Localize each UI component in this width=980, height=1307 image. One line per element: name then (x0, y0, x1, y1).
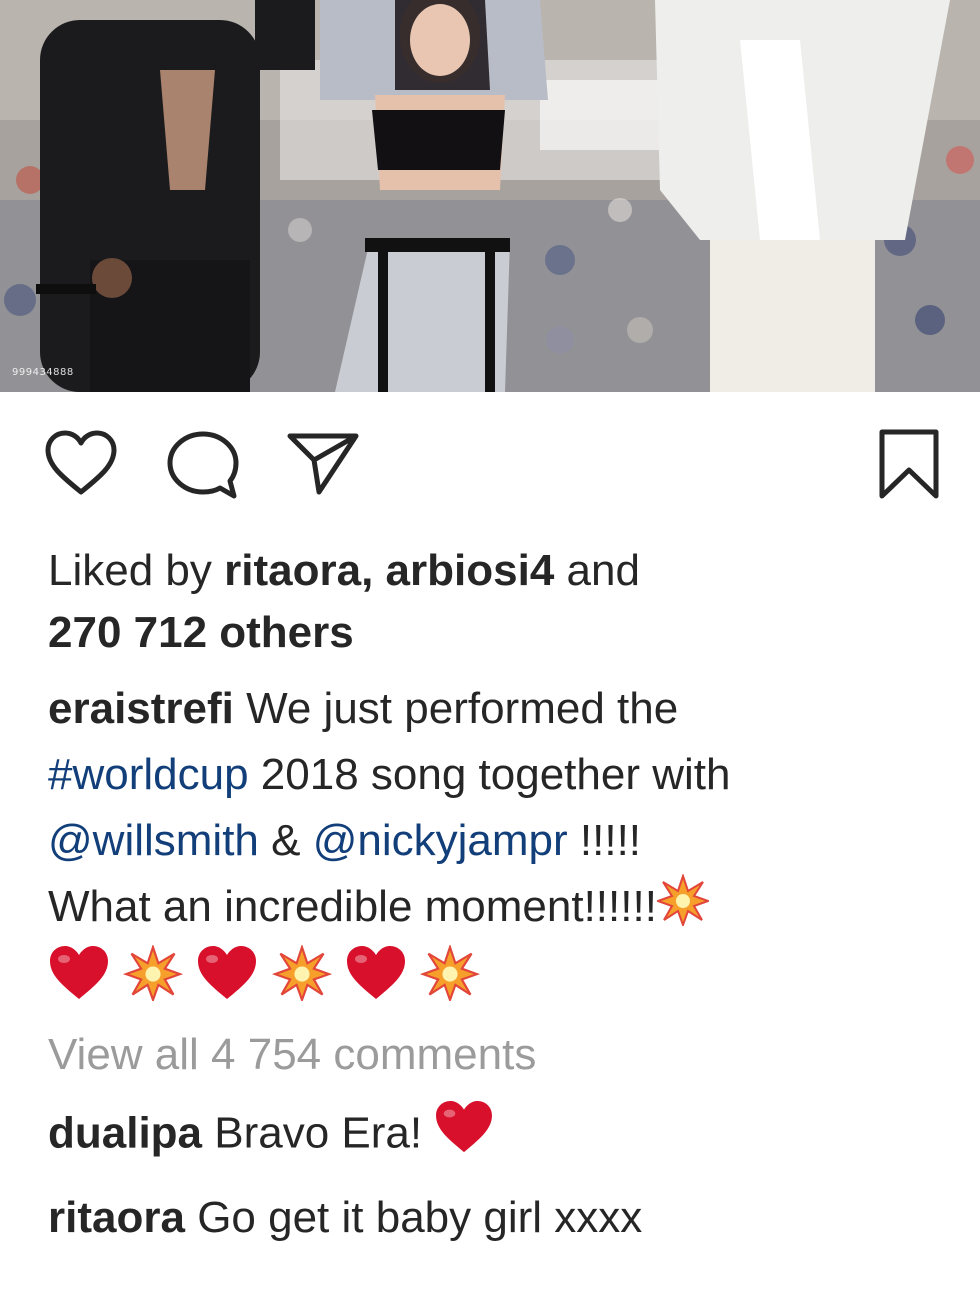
photo-watermark: 999434888 (12, 367, 74, 378)
collision-emoji-icon (122, 943, 184, 1020)
comment-row: dualipa Bravo Era! (48, 1100, 948, 1172)
red-heart-emoji-icon (434, 1100, 494, 1172)
caption-text: 2018 song together with (260, 750, 731, 799)
likes-summary[interactable]: Liked by ritaora, arbiosi4 and 270 712 o… (48, 540, 948, 664)
collision-emoji-icon (271, 943, 333, 1020)
paper-plane-icon[interactable] (286, 430, 360, 496)
likes-prefix: Liked by (48, 546, 212, 595)
red-heart-emoji-icon (345, 945, 407, 1020)
post-details: Liked by ritaora, arbiosi4 and 270 712 o… (48, 540, 948, 1250)
comment-text: Go get it baby girl xxxx (197, 1193, 643, 1242)
concert-photo-illustration (0, 0, 980, 392)
view-all-comments-link[interactable]: View all 4 754 comments (48, 1024, 948, 1086)
collision-emoji-icon (654, 872, 711, 945)
likes-others-count[interactable]: 270 712 others (48, 608, 354, 657)
speech-bubble-icon[interactable] (166, 430, 240, 500)
bookmark-icon[interactable] (876, 428, 942, 500)
post-caption: eraistrefi We just performed the #worldc… (48, 676, 948, 1020)
post-photo[interactable]: 999434888 (0, 0, 980, 392)
liker-username[interactable]: arbiosi4 (386, 546, 555, 595)
comment-username[interactable]: dualipa (48, 1109, 202, 1158)
mention-link[interactable]: @willsmith (48, 816, 259, 865)
likes-and: and (566, 546, 640, 595)
mention-link[interactable]: @nickyjampr (313, 816, 568, 865)
caption-text: & (271, 816, 301, 865)
liker-username[interactable]: ritaora (224, 546, 361, 595)
hashtag-link[interactable]: #worldcup (48, 750, 249, 799)
comment-username[interactable]: ritaora (48, 1193, 185, 1242)
comment-text: Bravo Era! (214, 1108, 423, 1158)
red-heart-emoji-icon (48, 945, 110, 1020)
caption-text: We just performed the (246, 684, 679, 733)
post-action-bar (0, 392, 980, 532)
caption-username[interactable]: eraistrefi (48, 684, 234, 733)
caption-text: !!!!! (579, 816, 642, 865)
comment-row: ritaora Go get it baby girl xxxx (48, 1186, 948, 1250)
likes-separator: , (361, 546, 374, 595)
collision-emoji-icon (419, 943, 481, 1020)
heart-outline-icon[interactable] (44, 430, 118, 496)
caption-text: What an incredible moment!!!!!! (48, 882, 657, 932)
red-heart-emoji-icon (196, 945, 258, 1020)
